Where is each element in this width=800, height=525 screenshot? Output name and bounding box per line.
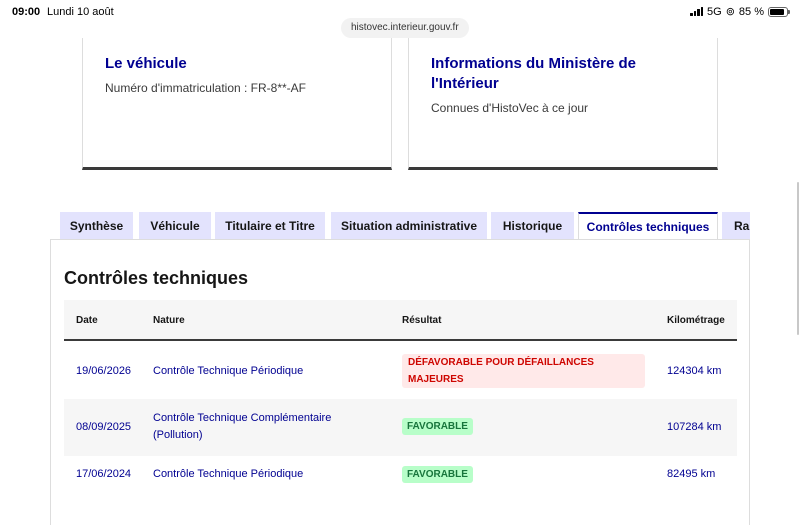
column-header-km: Kilométrage bbox=[667, 315, 725, 326]
tab-controles-techniques[interactable]: Contrôles techniques bbox=[578, 212, 718, 240]
tab-historique[interactable]: Historique bbox=[491, 212, 574, 240]
result-badge: FAVORABLE bbox=[402, 466, 473, 483]
network-label: 5G bbox=[707, 5, 722, 18]
cell-date: 19/06/2026 bbox=[76, 365, 132, 377]
vehicle-card: Le véhicule Numéro d'immatriculation : F… bbox=[82, 38, 392, 170]
battery-fill bbox=[770, 8, 784, 15]
column-header-date: Date bbox=[76, 315, 98, 326]
table-row: 17/06/2024 Contrôle Technique Périodique… bbox=[64, 455, 737, 512]
result-badge-favorable: FAVORABLE bbox=[402, 466, 473, 483]
battery-label: 85 % bbox=[738, 5, 764, 18]
section-title: Contrôles techniques bbox=[64, 268, 249, 288]
ministry-card-title[interactable]: Informations du Ministère de l'Intérieur bbox=[431, 54, 701, 94]
signal-icon bbox=[690, 7, 704, 16]
scroll-indicator[interactable] bbox=[797, 182, 799, 335]
tab-bar: Synthèse Véhicule Titulaire et Titre Sit… bbox=[60, 212, 750, 240]
status-indicators: 5G ⊚ 85 % bbox=[690, 5, 790, 18]
tab-panel: Contrôles techniques Date Nature Résulta… bbox=[50, 239, 750, 525]
url-bar[interactable]: histovec.interieur.gouv.fr bbox=[341, 18, 469, 38]
tab-titulaire[interactable]: Titulaire et Titre bbox=[215, 212, 325, 240]
cell-km: 124304 km bbox=[667, 365, 722, 377]
table-row: 08/09/2025 Contrôle Technique Complément… bbox=[64, 399, 737, 456]
column-header-nature: Nature bbox=[153, 315, 185, 326]
result-badge: FAVORABLE bbox=[402, 418, 473, 435]
battery-icon bbox=[768, 6, 790, 17]
result-badge-favorable: FAVORABLE bbox=[402, 418, 473, 435]
tab-synthese[interactable]: Synthèse bbox=[60, 212, 133, 240]
tab-vehicule[interactable]: Véhicule bbox=[139, 212, 211, 240]
ministry-card-text: Connues d'HistoVec à ce jour bbox=[431, 101, 589, 115]
cell-km: 107284 km bbox=[667, 421, 722, 433]
cell-date: 08/09/2025 bbox=[76, 421, 132, 433]
orientation-lock-icon: ⊚ bbox=[725, 6, 735, 18]
tab-situation[interactable]: Situation administrative bbox=[331, 212, 487, 240]
column-header-result: Résultat bbox=[402, 315, 442, 326]
cell-nature: Contrôle Technique Périodique bbox=[153, 468, 304, 480]
status-time: 09:00 bbox=[12, 6, 41, 18]
vehicle-card-title[interactable]: Le véhicule bbox=[105, 54, 375, 74]
table-header: Date Nature Résultat Kilométrage bbox=[64, 300, 737, 341]
tab-rapport[interactable]: Rap bbox=[722, 212, 750, 240]
cell-date: 17/06/2024 bbox=[76, 468, 132, 480]
registration-number: Numéro d'immatriculation : FR-8**-AF bbox=[105, 81, 307, 95]
status-date: Lundi 10 août bbox=[47, 6, 114, 18]
table-row: 19/06/2026 Contrôle Technique Périodique… bbox=[64, 343, 737, 400]
result-badge-unfavorable: DÉFAVORABLE POUR DÉFAILLANCES MAJEURES bbox=[402, 354, 645, 388]
result-badge: DÉFAVORABLE POUR DÉFAILLANCES MAJEURES bbox=[402, 354, 645, 388]
cell-nature: Contrôle Technique Complémentaire (Pollu… bbox=[153, 412, 332, 441]
ministry-card: Informations du Ministère de l'Intérieur… bbox=[408, 38, 718, 170]
cell-nature: Contrôle Technique Périodique bbox=[153, 365, 304, 377]
cell-km: 82495 km bbox=[667, 468, 716, 480]
